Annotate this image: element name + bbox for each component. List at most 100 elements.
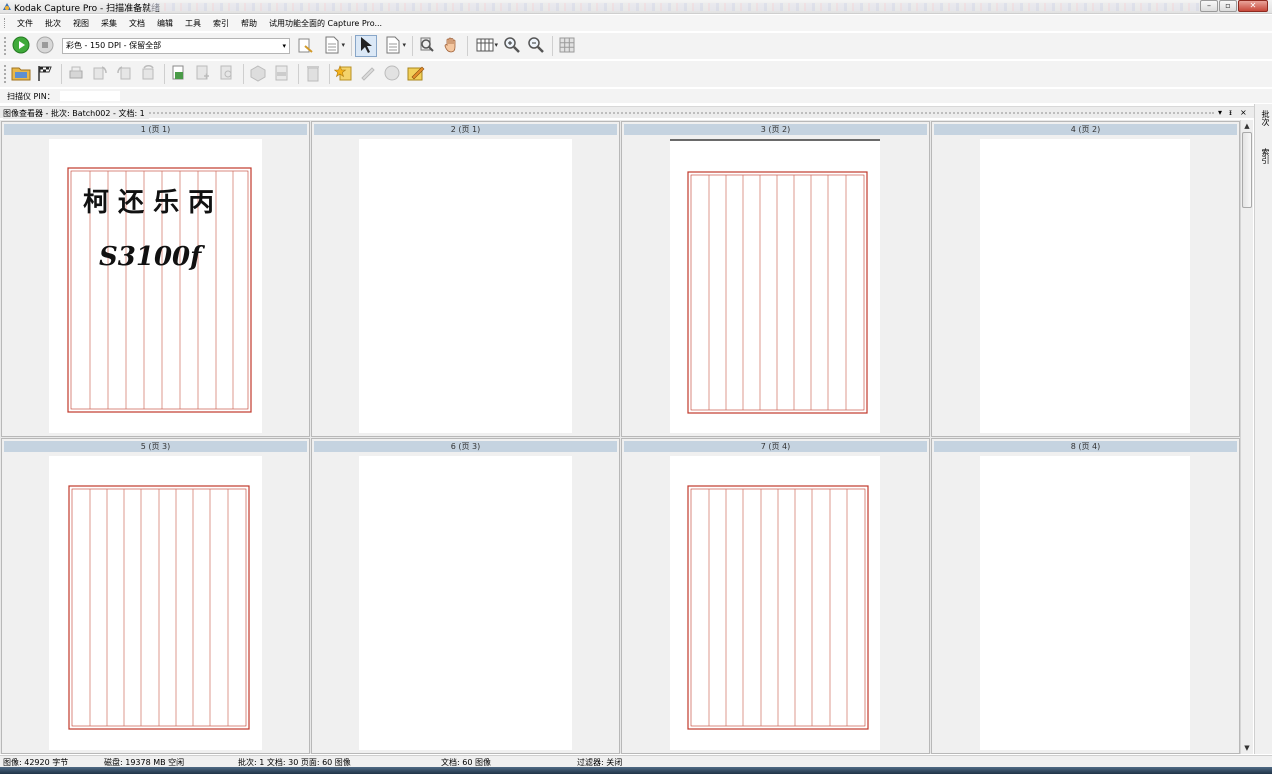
menu-capture[interactable]: 采集 xyxy=(95,18,123,29)
find-page-button[interactable] xyxy=(216,63,238,85)
page-thumbnail[interactable] xyxy=(670,456,880,750)
thumbnail-cell[interactable]: 4 (页 2) xyxy=(931,121,1240,437)
scroll-down-arrow[interactable]: ▼ xyxy=(1241,742,1253,754)
thumbnail-cell[interactable]: 2 (页 1) xyxy=(311,121,620,437)
tab-index[interactable]: 索引 xyxy=(1257,148,1271,164)
vertical-scrollbar[interactable]: ▲ ▼ xyxy=(1240,120,1253,754)
toolbar-grip[interactable] xyxy=(4,37,7,55)
highlight-button[interactable] xyxy=(381,63,403,85)
menu-tools[interactable]: 工具 xyxy=(179,18,207,29)
rotate-left-button[interactable] xyxy=(113,63,135,85)
thumbnail-grid-button[interactable] xyxy=(556,35,578,57)
close-panel-icon[interactable]: × xyxy=(1240,107,1247,119)
page-thumbnail[interactable] xyxy=(670,139,880,433)
scrollbar-thumb[interactable] xyxy=(1242,132,1252,208)
pan-tool-button[interactable] xyxy=(440,35,462,57)
toolbar-grip[interactable] xyxy=(4,65,7,83)
close-window-button[interactable]: ✕ xyxy=(1238,0,1268,12)
handwriting-line-2: S3100f xyxy=(99,242,205,272)
pdf-button[interactable] xyxy=(271,63,293,85)
rotate-left-icon xyxy=(115,64,133,85)
page-search-icon xyxy=(218,64,236,85)
start-scan-button[interactable] xyxy=(10,35,32,57)
menu-help[interactable]: 帮助 xyxy=(235,18,263,29)
window-title: Kodak Capture Pro - 扫描准备就绪 xyxy=(14,4,161,14)
image-edit-icon xyxy=(170,64,188,85)
page-view-dropdown[interactable] xyxy=(379,35,407,57)
handwriting-line-1: 柯 还 乐 丙 xyxy=(83,188,214,218)
grid-paper-image xyxy=(670,139,880,414)
thumbnail-label: 1 (页 1) xyxy=(4,124,307,135)
menu-view[interactable]: 视图 xyxy=(67,18,95,29)
menu-trial[interactable]: 试用功能全面的 Capture Pro... xyxy=(263,18,388,29)
delete-button[interactable] xyxy=(302,63,324,85)
image-viewer-title: 图像查看器 - 批次: Batch002 - 文档: 1 xyxy=(3,108,149,119)
page-setup-dropdown[interactable] xyxy=(318,35,346,57)
page-thumbnail[interactable] xyxy=(359,139,572,433)
toolbar-separator xyxy=(298,64,299,84)
zoom-in-button[interactable] xyxy=(501,35,523,57)
mark-page-button[interactable] xyxy=(333,63,355,85)
zoom-out-button[interactable] xyxy=(525,35,547,57)
page-thumbnail[interactable] xyxy=(980,456,1190,750)
page-thumbnail[interactable] xyxy=(49,456,262,750)
insert-page-button[interactable] xyxy=(192,63,214,85)
thumbnail-cell[interactable]: 1 (页 1) 柯 还 乐 丙 S3100f xyxy=(1,121,310,437)
print-button[interactable] xyxy=(65,63,87,85)
thumbnail-cell[interactable]: 7 (页 4) xyxy=(621,438,930,754)
menu-grip[interactable] xyxy=(4,18,7,28)
edit-note-button[interactable] xyxy=(405,63,427,85)
annotate-icon xyxy=(359,64,377,85)
thumbnail-cell[interactable]: 5 (页 3) xyxy=(1,438,310,754)
toolbar-separator xyxy=(243,64,244,84)
rotate-180-button[interactable] xyxy=(137,63,159,85)
thumbnail-layout-dropdown[interactable] xyxy=(471,35,499,57)
scanner-pin-field[interactable] xyxy=(60,91,120,101)
thumbnail-cell[interactable]: 6 (页 3) xyxy=(311,438,620,754)
magnifier-tool-button[interactable] xyxy=(416,35,438,57)
annotate-button[interactable] xyxy=(357,63,379,85)
scanner-pin-label: 扫描仪 PIN： xyxy=(7,92,55,101)
rotate-right-icon xyxy=(91,64,109,85)
menu-file[interactable]: 文件 xyxy=(11,18,39,29)
menu-index[interactable]: 索引 xyxy=(207,18,235,29)
menu-document[interactable]: 文档 xyxy=(123,18,151,29)
grid-paper-image xyxy=(68,485,250,730)
toolbar-separator xyxy=(467,36,468,56)
scroll-up-arrow[interactable]: ▲ xyxy=(1241,120,1253,132)
zoom-out-icon xyxy=(527,36,545,57)
maximize-button[interactable]: ▫ xyxy=(1219,0,1237,12)
stop-scan-button[interactable] xyxy=(34,35,56,57)
star-page-icon xyxy=(333,64,354,85)
batch-toolbar xyxy=(0,61,1272,87)
minimize-button[interactable]: – xyxy=(1200,0,1218,12)
menu-edit[interactable]: 编辑 xyxy=(151,18,179,29)
page-thumbnail[interactable]: 柯 还 乐 丙 S3100f xyxy=(49,139,262,433)
cube-icon xyxy=(249,64,267,85)
thumbnail-label: 6 (页 3) xyxy=(314,441,617,452)
open-batch-button[interactable] xyxy=(10,63,32,85)
page-thumbnail[interactable] xyxy=(980,139,1190,433)
select-tool-button[interactable] xyxy=(355,35,377,57)
profile-select[interactable]: 彩色 - 150 DPI - 保留全部 ▾ xyxy=(62,38,290,54)
pin-panel-icon[interactable]: ᵻ xyxy=(1229,107,1232,119)
profile-setup-button[interactable] xyxy=(294,35,316,57)
kodak-app-icon xyxy=(2,2,12,12)
insert-page-icon xyxy=(194,64,212,85)
finish-batch-button[interactable] xyxy=(34,63,56,85)
panel-menu-icon[interactable]: ▾ xyxy=(1218,107,1222,119)
rotate-right-button[interactable] xyxy=(89,63,111,85)
menu-batch[interactable]: 批次 xyxy=(39,18,67,29)
toolbar-separator xyxy=(552,36,553,56)
rotate-180-icon xyxy=(139,64,157,85)
thumbnail-cell[interactable]: 8 (页 4) xyxy=(931,438,1240,754)
toolbar-separator xyxy=(329,64,330,84)
tab-batch[interactable]: 批次 xyxy=(1257,110,1271,126)
page-thumbnail[interactable] xyxy=(359,456,572,750)
thumbnail-cell[interactable]: 3 (页 2) xyxy=(621,121,930,437)
output-button[interactable] xyxy=(247,63,269,85)
zoom-in-icon xyxy=(503,36,521,57)
title-bar: Kodak Capture Pro - 扫描准备就绪 – ▫ ✕ xyxy=(0,0,1272,14)
grid-layout-icon xyxy=(476,37,494,56)
crop-page-button[interactable] xyxy=(168,63,190,85)
